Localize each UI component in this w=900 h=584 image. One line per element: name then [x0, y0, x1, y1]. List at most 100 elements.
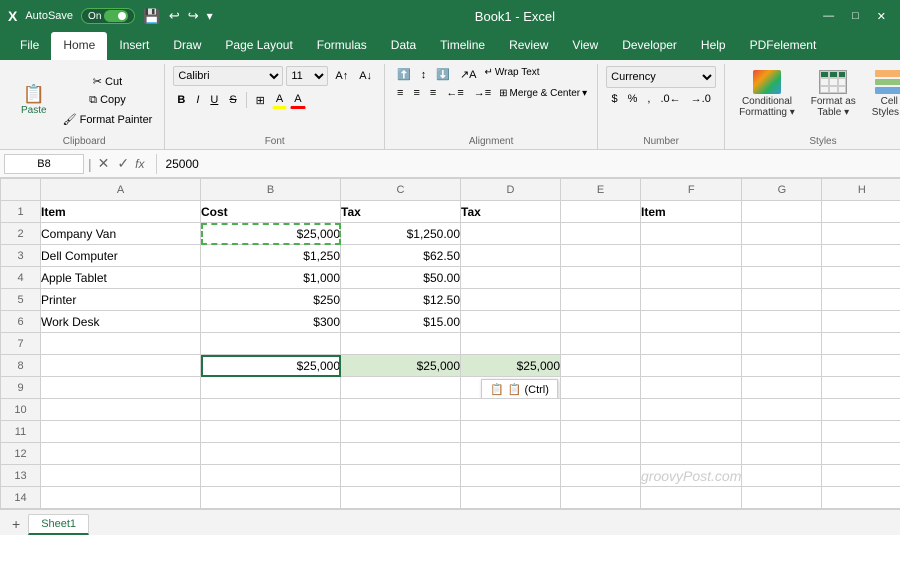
align-top-button[interactable]: ⬆️: [393, 66, 415, 83]
cell-f10[interactable]: [641, 399, 742, 421]
cell-d2[interactable]: [461, 223, 561, 245]
cell-b13[interactable]: [201, 465, 341, 487]
copy-button[interactable]: ⧉ Copy: [59, 92, 157, 109]
cell-g11[interactable]: [742, 421, 822, 443]
cell-h8[interactable]: [822, 355, 900, 377]
minimize-button[interactable]: —: [817, 10, 840, 23]
cell-g5[interactable]: [742, 289, 822, 311]
cell-h14[interactable]: [822, 487, 900, 509]
underline-button[interactable]: U: [206, 92, 222, 108]
cell-c4[interactable]: $50.00: [341, 267, 461, 289]
cell-c3[interactable]: $62.50: [341, 245, 461, 267]
tab-data[interactable]: Data: [379, 32, 428, 60]
cell-b12[interactable]: [201, 443, 341, 465]
cell-f2[interactable]: [641, 223, 742, 245]
tab-timeline[interactable]: Timeline: [428, 32, 497, 60]
cell-g13[interactable]: [742, 465, 822, 487]
cell-d10[interactable]: [461, 399, 561, 421]
font-color-button[interactable]: A: [290, 91, 305, 109]
row-header-1[interactable]: 1: [1, 201, 41, 223]
cell-h7[interactable]: [822, 333, 900, 355]
cell-c12[interactable]: [341, 443, 461, 465]
cell-f11[interactable]: [641, 421, 742, 443]
cell-e6[interactable]: [561, 311, 641, 333]
col-header-a[interactable]: A: [41, 179, 201, 201]
cell-d8[interactable]: $25,000: [461, 355, 561, 377]
cell-f5[interactable]: [641, 289, 742, 311]
cell-a7[interactable]: [41, 333, 201, 355]
cell-c1[interactable]: Tax: [341, 201, 461, 223]
cell-g6[interactable]: [742, 311, 822, 333]
cell-e11[interactable]: [561, 421, 641, 443]
cell-e10[interactable]: [561, 399, 641, 421]
cell-a12[interactable]: [41, 443, 201, 465]
row-header-12[interactable]: 12: [1, 443, 41, 465]
row-header-14[interactable]: 14: [1, 487, 41, 509]
cell-d3[interactable]: [461, 245, 561, 267]
increase-indent-button[interactable]: →≡: [470, 85, 495, 101]
cell-h12[interactable]: [822, 443, 900, 465]
cell-g2[interactable]: [742, 223, 822, 245]
cell-a11[interactable]: [41, 421, 201, 443]
cell-h9[interactable]: [822, 377, 900, 399]
row-header-8[interactable]: 8: [1, 355, 41, 377]
tab-view[interactable]: View: [560, 32, 610, 60]
tab-draw[interactable]: Draw: [161, 32, 213, 60]
cell-a8[interactable]: [41, 355, 201, 377]
cell-h3[interactable]: [822, 245, 900, 267]
tab-home[interactable]: Home: [51, 32, 107, 60]
row-header-9[interactable]: 9: [1, 377, 41, 399]
cell-e12[interactable]: [561, 443, 641, 465]
cell-e1[interactable]: [561, 201, 641, 223]
cell-d1[interactable]: Tax: [461, 201, 561, 223]
row-header-13[interactable]: 13: [1, 465, 41, 487]
col-header-e[interactable]: E: [561, 179, 641, 201]
merge-center-button[interactable]: ⊞ Merge & Center ▾: [497, 85, 589, 101]
cell-f7[interactable]: [641, 333, 742, 355]
cell-h6[interactable]: [822, 311, 900, 333]
cell-f4[interactable]: [641, 267, 742, 289]
cell-c13[interactable]: [341, 465, 461, 487]
cell-d12[interactable]: [461, 443, 561, 465]
cell-h13[interactable]: [822, 465, 900, 487]
cell-c10[interactable]: [341, 399, 461, 421]
col-header-c[interactable]: C: [341, 179, 461, 201]
format-painter-button[interactable]: 🖌 Format Painter: [59, 111, 157, 128]
cell-b7[interactable]: [201, 333, 341, 355]
row-header-5[interactable]: 5: [1, 289, 41, 311]
cell-f1[interactable]: Item: [641, 201, 742, 223]
text-angle-button[interactable]: ↗A: [456, 66, 481, 83]
col-header-g[interactable]: G: [742, 179, 822, 201]
tab-developer[interactable]: Developer: [610, 32, 689, 60]
align-center-button[interactable]: ≡: [409, 85, 423, 101]
cell-h5[interactable]: [822, 289, 900, 311]
tab-insert[interactable]: Insert: [107, 32, 161, 60]
cell-f12[interactable]: [641, 443, 742, 465]
cell-d14[interactable]: [461, 487, 561, 509]
align-middle-button[interactable]: ↕: [417, 66, 431, 83]
add-sheet-button[interactable]: +: [4, 513, 28, 535]
increase-decimal-button[interactable]: →.0: [687, 91, 715, 107]
cell-d7[interactable]: [461, 333, 561, 355]
cell-a9[interactable]: [41, 377, 201, 399]
cell-g1[interactable]: [742, 201, 822, 223]
tab-review[interactable]: Review: [497, 32, 560, 60]
col-header-f[interactable]: F: [641, 179, 742, 201]
tab-help[interactable]: Help: [689, 32, 738, 60]
autosave-toggle[interactable]: [104, 10, 128, 22]
close-button[interactable]: ✕: [871, 10, 892, 23]
cell-e8[interactable]: [561, 355, 641, 377]
cell-b3[interactable]: $1,250: [201, 245, 341, 267]
decrease-decimal-button[interactable]: .0←: [656, 91, 684, 107]
cell-a6[interactable]: Work Desk: [41, 311, 201, 333]
format-as-table-button[interactable]: Format asTable ▾: [805, 66, 862, 122]
border-button[interactable]: ⊞: [252, 92, 269, 109]
col-header-d[interactable]: D: [461, 179, 561, 201]
cell-d4[interactable]: [461, 267, 561, 289]
cell-b5[interactable]: $250: [201, 289, 341, 311]
cell-g14[interactable]: [742, 487, 822, 509]
row-header-6[interactable]: 6: [1, 311, 41, 333]
cell-g9[interactable]: [742, 377, 822, 399]
cell-c5[interactable]: $12.50: [341, 289, 461, 311]
align-left-button[interactable]: ≡: [393, 85, 407, 101]
